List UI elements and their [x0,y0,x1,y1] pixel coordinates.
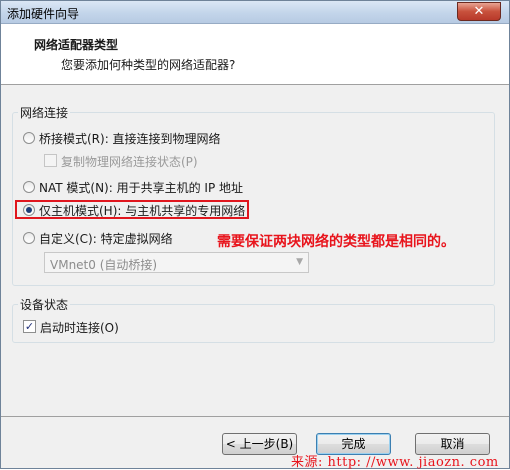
window-title: 添加硬件向导 [7,7,80,21]
page-title: 网络适配器类型 [34,38,119,52]
custom-network-select-value: VMnet0 (自动桥接) [50,258,158,272]
page-subtitle: 您要添加何种类型的网络适配器? [61,58,236,72]
source-watermark: 来源: http: //www. jiaozn. com [291,455,499,470]
chevron-down-icon: ▼ [296,257,303,267]
custom-network-radio[interactable] [23,232,35,244]
wizard-header: 网络适配器类型 您要添加何种类型的网络适配器? [1,24,509,85]
connect-on-start-checkbox[interactable]: ✓ [23,320,36,333]
network-connection-group-label: 网络连接 [18,104,71,121]
highlight-box [15,200,249,219]
add-hardware-wizard-window: 添加硬件向导 ✕ 网络适配器类型 您要添加何种类型的网络适配器? 网络连接 桥接… [0,0,510,470]
device-status-group-label: 设备状态 [18,296,71,313]
custom-network-select[interactable]: VMnet0 (自动桥接) ▼ [44,252,309,273]
bridged-mode-radio[interactable] [23,132,35,144]
nat-mode-radio[interactable] [23,181,35,193]
close-button[interactable]: ✕ [457,2,501,21]
footer-divider [1,416,509,417]
title-bar[interactable]: 添加硬件向导 ✕ [1,1,509,24]
bridged-mode-label[interactable]: 桥接模式(R): 直接连接到物理网络 [39,130,221,147]
annotation-note: 需要保证两块网络的类型都是相同的。 [217,234,455,250]
replicate-state-checkbox[interactable] [44,154,57,167]
close-icon: ✕ [473,4,485,19]
custom-network-label[interactable]: 自定义(C): 特定虚拟网络 [39,230,173,247]
nat-mode-label[interactable]: NAT 模式(N): 用于共享主机的 IP 地址 [39,179,243,196]
replicate-state-label[interactable]: 复制物理网络连接状态(P) [61,153,198,170]
back-button[interactable]: < 上一步(B) [222,433,297,455]
connect-on-start-label[interactable]: 启动时连接(O) [40,319,119,336]
